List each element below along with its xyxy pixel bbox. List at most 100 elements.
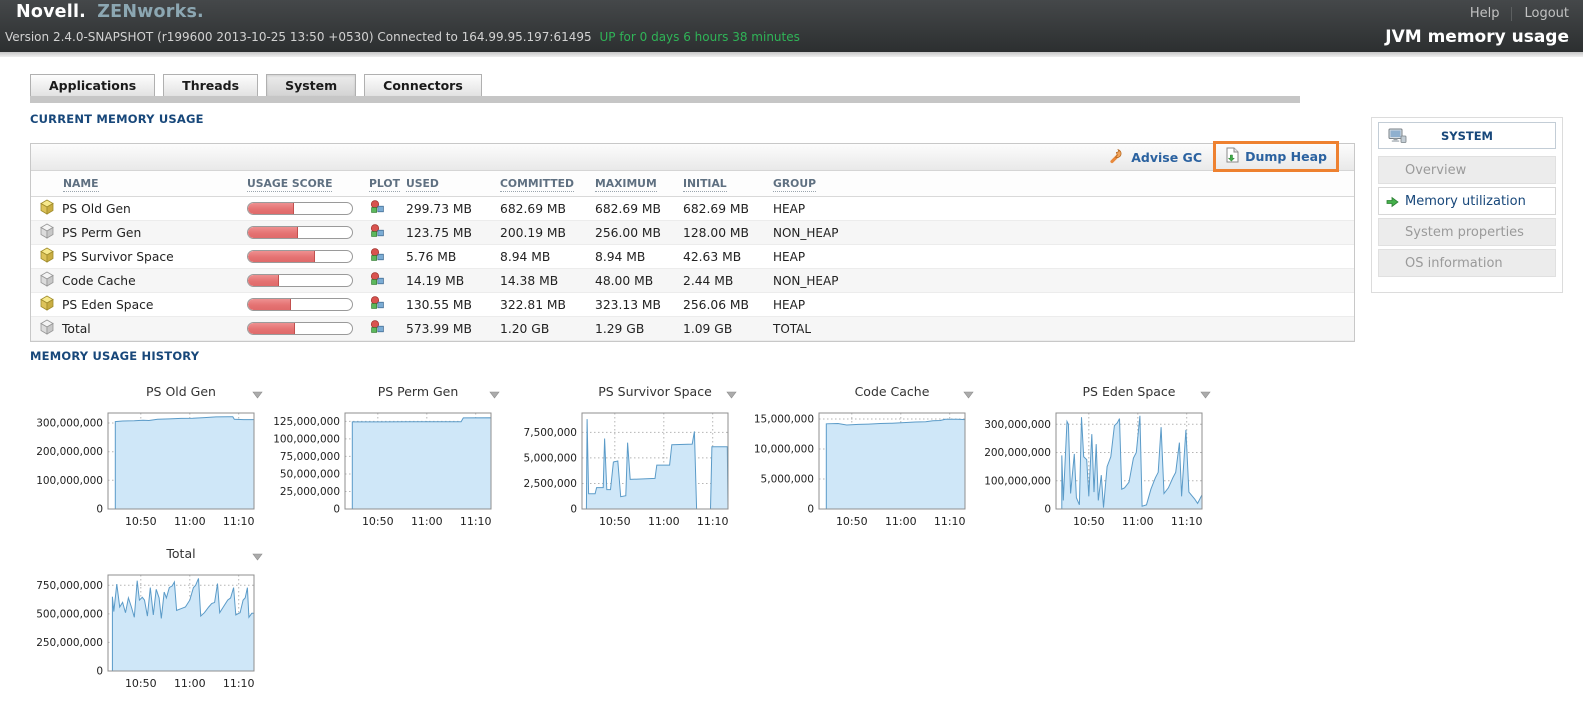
used-value: 573.99 MB [406,322,500,336]
chart-icon[interactable] [369,247,385,266]
pool-name: PS Eden Space [62,298,153,312]
chevron-down-icon[interactable] [252,550,263,564]
history-chart-total: Total0250,000,000500,000,000750,000,0001… [30,543,267,698]
svg-text:15,000,000: 15,000,000 [754,414,814,426]
advise-gc-button[interactable]: Advise GC [1109,144,1202,170]
svg-text:125,000,000: 125,000,000 [273,416,340,428]
table-body: PS Old Gen299.73 MB682.69 MB682.69 MB682… [31,197,1354,341]
chart-title: Code Cache [819,384,965,399]
usage-score-cell [247,250,369,263]
pool-name: PS Old Gen [62,202,131,216]
chart-title-row: Code Cache [741,381,978,405]
usage-score-bar [247,226,353,239]
pool-name: Total [62,322,91,336]
column-header-group: GROUP [773,177,1354,190]
pool-name-cell: PS Survivor Space [31,247,247,266]
brand-logo: Novell. ZENworks. [16,2,204,22]
column-header-label[interactable]: GROUP [773,177,816,192]
committed-value: 1.20 GB [500,322,595,336]
current-memory-usage-heading: CURRENT MEMORY USAGE [30,112,204,126]
table-toolbar: Advise GC Dump Heap [31,144,1354,171]
svg-text:11:10: 11:10 [223,515,255,528]
chart-icon[interactable] [369,319,385,338]
initial-value: 128.00 MB [683,226,773,240]
svg-text:11:00: 11:00 [174,515,206,528]
chevron-down-icon[interactable] [1200,388,1211,402]
svg-text:250,000,000: 250,000,000 [36,637,103,649]
table-row: Code Cache14.19 MB14.38 MB48.00 MB2.44 M… [31,269,1354,293]
dump-heap-highlight-box: Dump Heap [1213,141,1339,172]
used-value: 5.76 MB [406,250,500,264]
column-header-label[interactable]: PLOT [369,177,400,192]
used-value: 130.55 MB [406,298,500,312]
svg-text:10:50: 10:50 [836,515,868,528]
help-link[interactable]: Help [1470,6,1500,21]
sidebar-item-overview[interactable]: Overview [1378,156,1556,184]
sidebar-item-os-information[interactable]: OS information [1378,249,1556,277]
table-header-row: NAME USAGE SCORE PLOT USED COMMITTED MAXIMUM I… [31,171,1354,197]
group-value: HEAP [773,250,1354,264]
tab-system[interactable]: System [266,74,356,96]
plot-cell [369,223,406,242]
logout-link[interactable]: Logout [1524,6,1569,21]
chevron-down-icon[interactable] [252,388,263,402]
cube-gold-icon [39,199,55,218]
chevron-down-icon[interactable] [726,388,737,402]
used-value: 14.19 MB [406,274,500,288]
table-row: PS Survivor Space5.76 MB8.94 MB8.94 MB42… [31,245,1354,269]
tab-threads[interactable]: Threads [163,74,258,96]
advise-gc-label: Advise GC [1131,150,1202,165]
initial-value: 1.09 GB [683,322,773,336]
sidebar-item-label: OS information [1405,256,1503,271]
links-divider [1511,7,1512,21]
column-header-used: USED [406,177,500,190]
version-text: Version 2.4.0-SNAPSHOT (r199600 2013-10-… [5,30,592,44]
chart-icon[interactable] [369,271,385,290]
usage-score-bar [247,250,353,263]
dump-heap-button[interactable]: Dump Heap [1225,147,1327,166]
chart-title-row: PS Eden Space [978,381,1215,405]
svg-text:10:50: 10:50 [362,515,394,528]
sidebar-items: Overview Memory utilization System propert… [1378,156,1556,280]
svg-text:11:10: 11:10 [934,515,966,528]
group-value: HEAP [773,202,1354,216]
svg-text:200,000,000: 200,000,000 [984,447,1051,459]
document-download-icon [1225,147,1240,166]
charts-row-2: Total0250,000,000500,000,000750,000,0001… [30,543,267,698]
chart-icon[interactable] [369,295,385,314]
column-header-label[interactable]: NAME [63,177,99,192]
svg-text:500,000,000: 500,000,000 [36,608,103,620]
sidebar-item-system-properties[interactable]: System properties [1378,218,1556,246]
chart-icon[interactable] [369,223,385,242]
svg-text:10:50: 10:50 [1073,515,1105,528]
chart-title: PS Survivor Space [582,384,728,399]
app-header: Novell. ZENworks. Help Logout Version 2.… [0,0,1583,52]
sidebar-item-memory-utilization[interactable]: Memory utilization [1378,187,1556,215]
uptime-text: UP for 0 days 6 hours 38 minutes [599,30,799,44]
svg-text:0: 0 [1044,504,1051,516]
committed-value: 14.38 MB [500,274,595,288]
tab-connectors[interactable]: Connectors [364,74,482,96]
usage-score-fill [248,299,291,310]
memory-usage-history-heading: MEMORY USAGE HISTORY [30,349,199,363]
committed-value: 322.81 MB [500,298,595,312]
column-header-label[interactable]: INITIAL [683,177,727,192]
column-header-label[interactable]: MAXIMUM [595,177,657,192]
committed-value: 8.94 MB [500,250,595,264]
column-header-label[interactable]: USED [406,177,439,192]
svg-text:50,000,000: 50,000,000 [280,469,340,481]
tab-applications[interactable]: Applications [30,74,155,96]
column-header-label[interactable]: COMMITTED [500,177,574,192]
pool-name-cell: PS Eden Space [31,295,247,314]
chart-title-row: PS Old Gen [30,381,267,405]
chart-icon[interactable] [369,199,385,218]
sidebar-system-header[interactable]: SYSTEM [1378,122,1556,149]
column-header-label[interactable]: USAGE SCORE [247,177,332,192]
initial-value: 256.06 MB [683,298,773,312]
chevron-down-icon[interactable] [489,388,500,402]
chevron-down-icon[interactable] [963,388,974,402]
svg-text:100,000,000: 100,000,000 [984,475,1051,487]
group-value: HEAP [773,298,1354,312]
svg-text:5,000,000: 5,000,000 [524,452,577,464]
maximum-value: 682.69 MB [595,202,683,216]
